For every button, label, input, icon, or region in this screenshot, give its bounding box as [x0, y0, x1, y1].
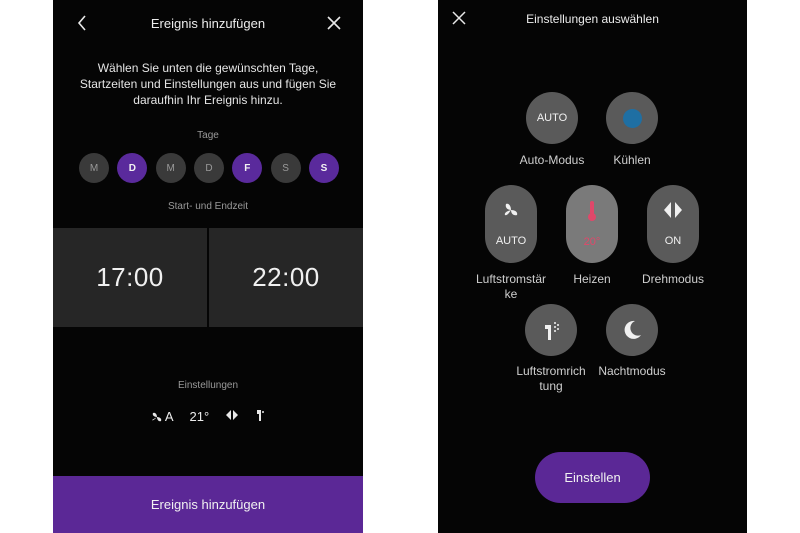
fan-speed-setting: A: [151, 409, 174, 424]
days-label: Tage: [197, 130, 219, 141]
oscillation-icon: [225, 409, 239, 424]
day-button-mon[interactable]: M: [79, 153, 109, 183]
apply-settings-button[interactable]: Einstellen: [535, 452, 650, 503]
fan-icon: [151, 412, 162, 421]
page-title: Einstellungen auswählen: [526, 12, 659, 26]
cool-button[interactable]: [606, 92, 658, 144]
oscillation-icon: [664, 202, 682, 218]
oscillation-value: ON: [664, 235, 682, 247]
airflow-direction-icon: [545, 322, 559, 340]
airflow-direction-icon: [255, 408, 265, 425]
day-button-tue[interactable]: D: [117, 153, 148, 183]
day-button-wed[interactable]: M: [155, 153, 186, 183]
airflow-direction-button[interactable]: [525, 304, 577, 356]
settings-label: Einstellungen: [177, 380, 239, 391]
cool-dot-icon: [622, 108, 642, 128]
page-title: Ereignis hinzufügen: [150, 16, 266, 31]
day-selector: M D M D F S S: [79, 153, 339, 185]
moon-icon: [624, 320, 641, 339]
day-button-sun[interactable]: S: [308, 153, 339, 183]
heat-button[interactable]: 20°: [566, 185, 618, 263]
start-time-picker[interactable]: 17:00: [53, 228, 207, 327]
description-text: Wählen Sie unten die gewünschten Tage, S…: [79, 61, 337, 107]
heat-value: 20°: [583, 236, 601, 248]
auto-mode-button[interactable]: AUTO: [526, 92, 578, 144]
close-icon[interactable]: [323, 12, 345, 34]
fan-speed-value: A: [164, 409, 174, 424]
day-button-sat[interactable]: S: [270, 153, 301, 183]
end-time-picker[interactable]: 22:00: [209, 228, 363, 327]
thermometer-icon: [588, 201, 596, 221]
select-settings-screen: Einstellungen auswählen AUTO Auto-Modus …: [438, 0, 747, 533]
airflow-speed-value: AUTO: [495, 235, 527, 247]
time-label: Start- und Endzeit: [167, 201, 249, 212]
night-mode-label: Nachtmodus: [598, 364, 666, 378]
night-mode-button[interactable]: [606, 304, 658, 356]
oscillation-button[interactable]: ON: [647, 185, 699, 263]
airflow-speed-button[interactable]: AUTO: [485, 185, 537, 263]
day-button-thu[interactable]: D: [193, 153, 224, 183]
temperature-value: 21°: [189, 409, 210, 424]
day-button-fri[interactable]: F: [232, 153, 263, 183]
add-event-button[interactable]: Ereignis hinzufügen: [53, 476, 363, 533]
add-event-screen: Ereignis hinzufügen Wählen Sie unten die…: [53, 0, 363, 533]
cool-label: Kühlen: [613, 153, 651, 167]
settings-summary[interactable]: A 21°: [53, 408, 363, 425]
oscillation-label: Drehmodus: [641, 272, 705, 286]
fan-icon: [504, 203, 518, 216]
